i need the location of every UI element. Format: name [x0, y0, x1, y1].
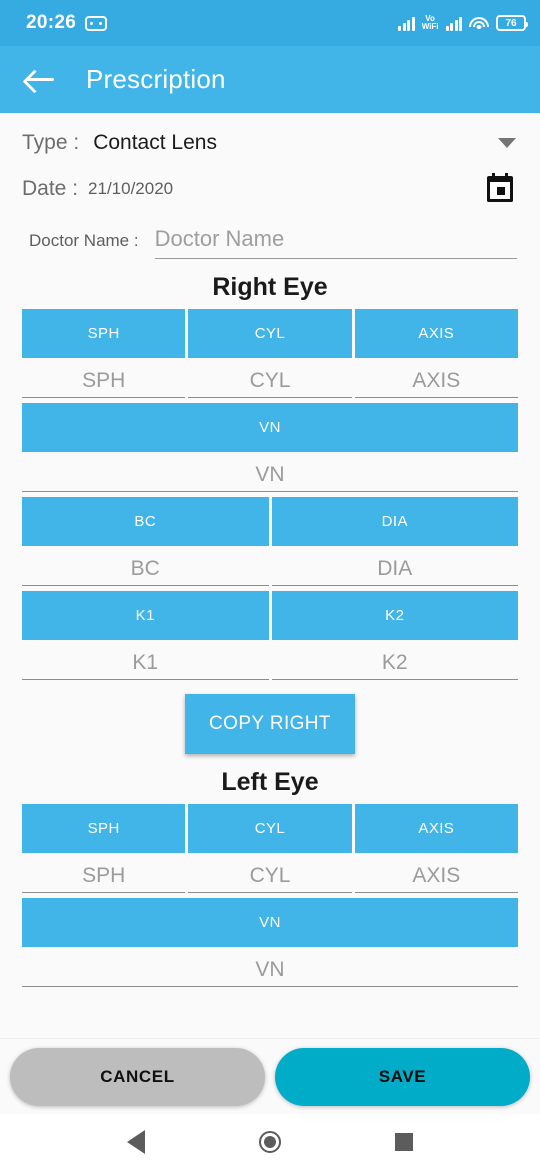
wifi-icon	[469, 16, 489, 31]
form-content: Type : Contact Lens Date : 21/10/2020 Do…	[0, 119, 540, 987]
status-time: 20:26	[26, 12, 77, 33]
right-eye-header-row-1: SPH CYL AXIS	[11, 309, 529, 358]
battery-level: 76	[505, 17, 517, 29]
date-label: Date :	[22, 177, 79, 200]
header-cell-left-cyl[interactable]: CYL	[188, 804, 352, 853]
phone-screen: 20:26 Vo WiFi 76 Prescription Type : Con…	[0, 0, 540, 1170]
header-cell-k1[interactable]: K1	[22, 591, 269, 640]
header-cell-vn[interactable]: VN	[22, 403, 518, 452]
date-row[interactable]: Date : 21/10/2020	[11, 167, 529, 211]
doctor-name-placeholder: Doctor Name	[154, 226, 285, 251]
left-eye-input-row-1: SPH CYL AXIS	[11, 855, 529, 893]
placeholder-right-k1: K1	[132, 651, 159, 674]
right-eye-input-row-3: BC DIA	[11, 548, 529, 586]
vowifi-icon: Vo WiFi	[422, 15, 439, 31]
right-eye-header-row-2: VN	[11, 403, 529, 452]
right-eye-title: Right Eye	[212, 273, 328, 301]
header-cell-left-sph[interactable]: SPH	[22, 804, 186, 853]
page-title: Prescription	[86, 64, 226, 94]
doctor-name-row: Doctor Name : Doctor Name	[11, 211, 529, 259]
chevron-down-icon[interactable]	[498, 138, 516, 148]
copy-right-button[interactable]: COPY RIGHT	[185, 694, 355, 754]
placeholder-left-cyl: CYL	[249, 864, 291, 887]
placeholder-right-axis: AXIS	[412, 369, 461, 392]
type-label: Type :	[22, 131, 80, 154]
input-right-vn[interactable]: VN	[22, 454, 518, 492]
input-right-k2[interactable]: K2	[271, 642, 518, 680]
left-eye-title: Left Eye	[221, 768, 319, 796]
type-row[interactable]: Type : Contact Lens	[11, 119, 529, 167]
save-button[interactable]: SAVE	[275, 1047, 530, 1106]
input-right-dia[interactable]: DIA	[271, 548, 518, 586]
nav-back-icon[interactable]	[127, 1130, 145, 1154]
right-eye-input-row-1: SPH CYL AXIS	[11, 360, 529, 398]
placeholder-right-bc: BC	[130, 557, 160, 580]
copy-right-wrapper: COPY RIGHT	[11, 694, 529, 754]
right-eye-header-row-3: BC DIA	[11, 497, 529, 546]
cancel-button[interactable]: CANCEL	[10, 1047, 265, 1106]
date-value[interactable]: 21/10/2020	[88, 179, 487, 199]
header-cell-left-vn[interactable]: VN	[22, 898, 518, 947]
placeholder-right-dia: DIA	[377, 557, 413, 580]
input-left-axis[interactable]: AXIS	[354, 855, 518, 893]
signal-bars-secondary-icon	[445, 15, 462, 31]
input-right-bc[interactable]: BC	[22, 548, 269, 586]
status-bar-right: Vo WiFi 76	[398, 15, 528, 31]
status-bar: 20:26 Vo WiFi 76	[0, 0, 540, 46]
input-left-vn[interactable]: VN	[22, 949, 518, 987]
signal-bars-icon	[398, 15, 415, 31]
action-bar: CANCEL SAVE	[0, 1038, 540, 1114]
header-cell-left-axis[interactable]: AXIS	[354, 804, 518, 853]
placeholder-left-axis: AXIS	[412, 864, 461, 887]
header-cell-k2[interactable]: K2	[271, 591, 518, 640]
nav-home-icon[interactable]	[259, 1131, 281, 1153]
right-eye-input-row-2: VN	[11, 454, 529, 492]
input-right-sph[interactable]: SPH	[22, 360, 186, 398]
back-arrow-icon[interactable]	[26, 68, 56, 92]
right-eye-header-row-4: K1 K2	[11, 591, 529, 640]
placeholder-right-vn: VN	[255, 463, 285, 486]
app-bar: Prescription	[0, 46, 540, 113]
form-scroll-area[interactable]: Type : Contact Lens Date : 21/10/2020 Do…	[0, 113, 540, 1038]
status-bar-left: 20:26	[26, 12, 108, 34]
input-right-k1[interactable]: K1	[22, 642, 269, 680]
input-left-sph[interactable]: SPH	[22, 855, 186, 893]
left-eye-input-row-2: VN	[11, 949, 529, 987]
input-right-axis[interactable]: AXIS	[354, 360, 518, 398]
input-left-cyl[interactable]: CYL	[188, 855, 352, 893]
placeholder-left-sph: SPH	[82, 864, 126, 887]
calendar-icon[interactable]	[487, 173, 513, 202]
battery-icon: 76	[496, 15, 528, 31]
message-icon	[85, 15, 108, 31]
header-cell-sph[interactable]: SPH	[22, 309, 186, 358]
placeholder-right-sph: SPH	[82, 369, 126, 392]
doctor-name-label: Doctor Name :	[29, 231, 139, 250]
vowifi-line-2: WiFi	[421, 22, 439, 31]
android-nav-bar	[0, 1114, 540, 1170]
placeholder-right-k2: K2	[381, 651, 408, 674]
type-value[interactable]: Contact Lens	[93, 131, 498, 155]
header-cell-dia[interactable]: DIA	[271, 497, 518, 546]
input-right-cyl[interactable]: CYL	[188, 360, 352, 398]
header-cell-axis[interactable]: AXIS	[354, 309, 518, 358]
placeholder-right-cyl: CYL	[249, 369, 291, 392]
right-eye-input-row-4: K1 K2	[11, 642, 529, 680]
nav-recents-icon[interactable]	[395, 1133, 413, 1151]
header-cell-bc[interactable]: BC	[22, 497, 269, 546]
placeholder-left-vn: VN	[255, 958, 285, 981]
header-cell-cyl[interactable]: CYL	[188, 309, 352, 358]
left-eye-header-row-2: VN	[11, 898, 529, 947]
doctor-name-input[interactable]: Doctor Name	[154, 226, 517, 259]
left-eye-header-row-1: SPH CYL AXIS	[11, 804, 529, 853]
